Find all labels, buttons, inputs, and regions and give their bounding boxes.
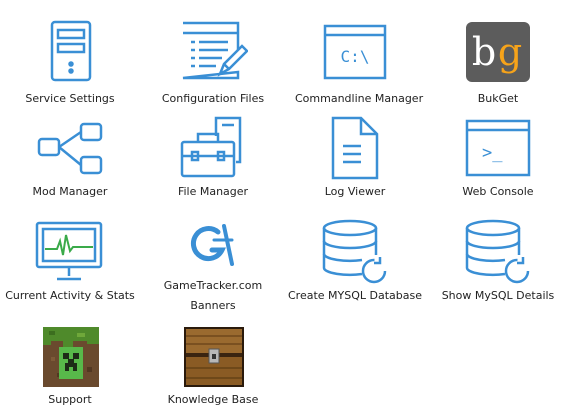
config-file-pencil-icon <box>180 20 248 82</box>
monitor-pulse-icon <box>35 221 105 283</box>
command-prompt-text: C:\ <box>341 47 370 66</box>
create-mysql-database-tile[interactable]: Create MYSQL Database <box>288 214 422 309</box>
gametracker-banners-tile[interactable]: GameTracker.com Banners <box>153 214 273 314</box>
document-lines-icon <box>331 116 379 180</box>
database-refresh-icon <box>322 219 388 285</box>
configuration-files-tile[interactable]: Configuration Files <box>153 15 273 110</box>
bukget-letter-b: b <box>472 30 496 74</box>
commandline-manager-tile[interactable]: C:\ Commandline Manager <box>295 15 424 110</box>
bukget-letter-g: g <box>498 30 522 74</box>
support-tile[interactable]: Support <box>10 322 130 412</box>
tile-label: Create MYSQL Database <box>288 289 423 302</box>
tile-label: Web Console <box>462 185 534 198</box>
terminal-prompt-icon: >_ <box>465 119 531 177</box>
tile-label: BukGet <box>477 92 519 105</box>
knowledge-base-tile[interactable]: Knowledge Base <box>153 322 273 412</box>
tile-label: Service Settings <box>25 92 115 105</box>
tile-label: Configuration Files <box>161 92 265 105</box>
tree-nodes-icon <box>37 122 105 176</box>
tile-label-line2: Banners <box>190 299 236 312</box>
command-window-icon: C:\ <box>323 24 387 80</box>
web-console-tile[interactable]: >_ Web Console <box>438 113 558 205</box>
current-activity-tile[interactable]: Current Activity & Stats <box>4 214 136 309</box>
tile-label: Mod Manager <box>32 185 108 198</box>
service-settings-tile[interactable]: Service Settings <box>10 15 130 110</box>
toolbox-file-icon <box>180 116 244 180</box>
tile-label: Commandline Manager <box>295 92 424 105</box>
bukget-logo-icon: b g <box>465 21 531 83</box>
file-manager-tile[interactable]: File Manager <box>153 113 273 205</box>
tile-label: Show MySQL Details <box>441 289 555 302</box>
tile-label-line1: GameTracker.com <box>163 279 263 292</box>
tile-label: Current Activity & Stats <box>5 289 135 302</box>
database-refresh-icon <box>465 219 531 285</box>
show-mysql-details-tile[interactable]: Show MySQL Details <box>433 214 563 309</box>
tile-label: File Manager <box>177 185 249 198</box>
bukget-tile[interactable]: b g BukGet <box>438 15 558 110</box>
gametracker-logo-icon <box>188 220 238 268</box>
creeper-block-icon <box>43 327 99 387</box>
terminal-prompt-text: >_ <box>482 143 503 163</box>
tile-label: Support <box>48 393 92 406</box>
mod-manager-tile[interactable]: Mod Manager <box>10 113 130 205</box>
server-tower-icon <box>50 20 92 82</box>
log-viewer-tile[interactable]: Log Viewer <box>295 113 415 205</box>
tile-label: Log Viewer <box>324 185 386 198</box>
tile-label: Knowledge Base <box>167 393 259 406</box>
treasure-chest-icon <box>184 327 244 387</box>
